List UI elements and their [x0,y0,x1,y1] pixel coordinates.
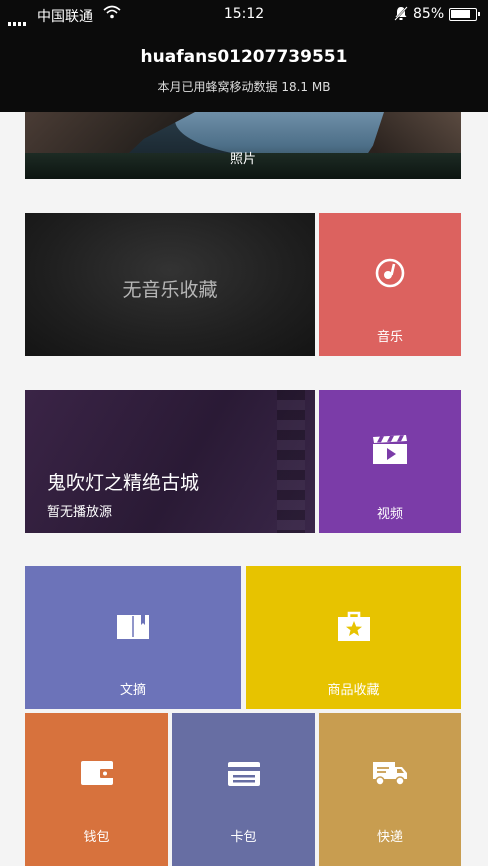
wallet-label: 钱包 [83,830,110,845]
express-label: 快递 [376,830,403,845]
mute-bell-icon [394,6,408,25]
data-usage-text: 本月已用蜂窝移动数据 18.1 MB [157,80,331,94]
video-subtitle: 暂无播放源 [47,505,113,520]
digest-label: 文摘 [119,683,146,698]
card-pack-tile[interactable]: 卡包 [172,713,315,866]
wallet-tile[interactable]: 钱包 [25,713,168,866]
music-favorites-banner[interactable]: 无音乐收藏 [25,213,315,356]
film-strip-decoration [277,390,305,533]
product-favorites-label: 商品收藏 [327,683,380,698]
digest-tile[interactable]: 文摘 [25,566,241,709]
music-disc-icon [374,257,406,293]
video-tile[interactable]: 视频 [319,390,461,533]
photos-card[interactable]: 照片 [25,112,461,179]
card-pack-label: 卡包 [230,830,257,845]
photos-label: 照片 [229,152,256,167]
status-bar: 中国联通 15:12 85% [0,0,488,30]
video-label: 视频 [376,507,403,522]
express-tile[interactable]: 快递 [319,713,461,866]
battery-icon [449,8,480,21]
battery-percent: 85% [413,6,445,22]
star-bag-icon [337,610,371,646]
music-tile[interactable]: 音乐 [319,213,461,356]
wallet-icon [80,760,114,790]
music-empty-text: 无音乐收藏 [122,279,218,301]
video-banner[interactable]: 鬼吹灯之精绝古城 暂无播放源 [25,390,315,533]
music-label: 音乐 [376,330,403,345]
open-book-icon [115,612,151,644]
truck-icon [372,759,408,791]
card-icon [227,761,261,791]
video-title: 鬼吹灯之精绝古城 [47,472,200,494]
product-favorites-tile[interactable]: 商品收藏 [246,566,461,709]
top-header: 中国联通 15:12 85% huafans01207739551 本月已用蜂窝… [0,0,488,112]
account-name: huafans01207739551 [140,47,348,67]
clapperboard-icon [372,435,408,469]
